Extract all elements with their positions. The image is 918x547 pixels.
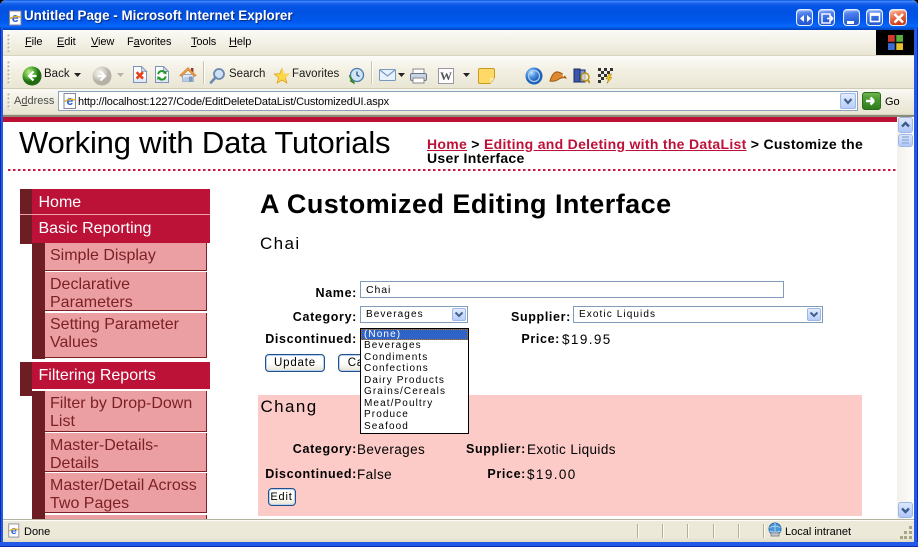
svg-text:e: e	[66, 94, 73, 108]
svg-text:e: e	[11, 525, 17, 537]
svg-text:W: W	[440, 69, 452, 83]
svg-text:e: e	[12, 11, 19, 25]
